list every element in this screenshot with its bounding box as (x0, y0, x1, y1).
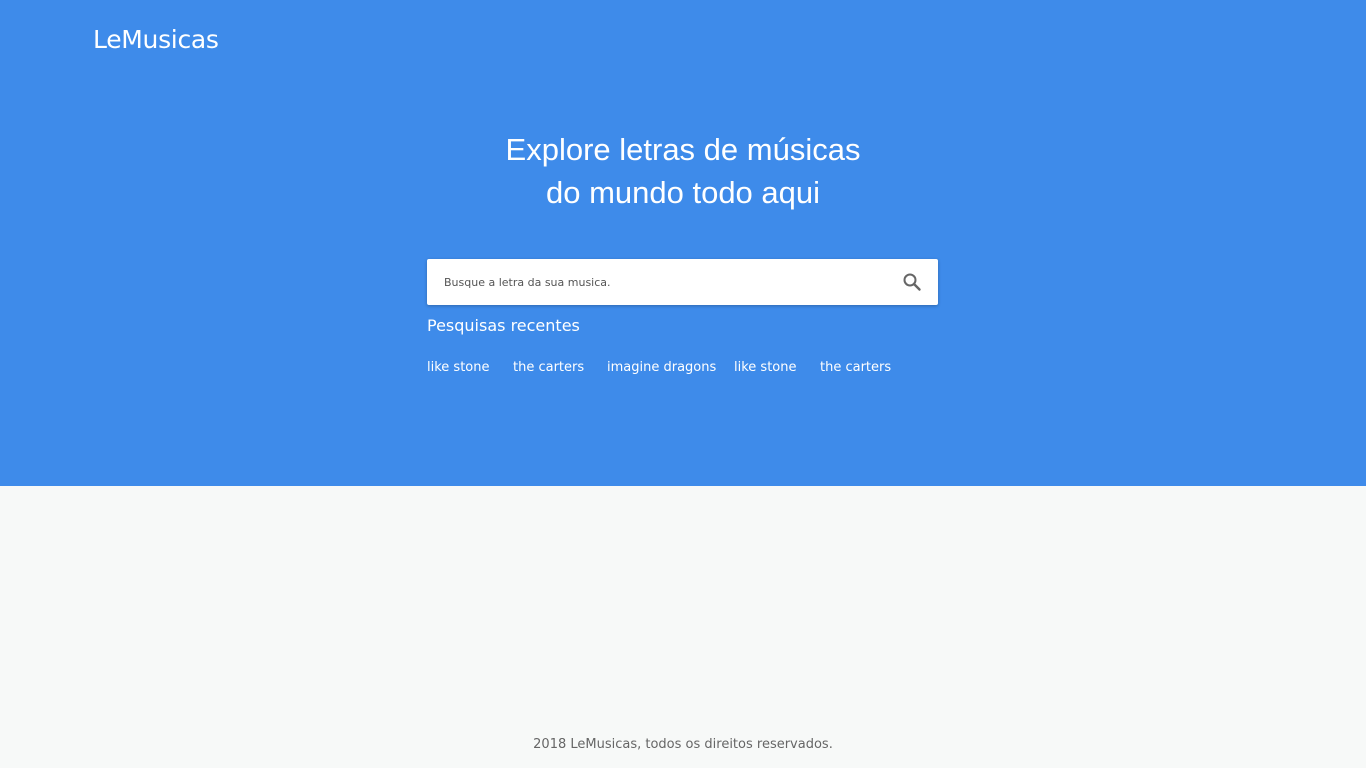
search-icon[interactable] (900, 270, 924, 294)
hero-headline: Explore letras de músicas do mundo todo … (0, 128, 1366, 214)
recent-search-link[interactable]: the carters (820, 360, 891, 375)
recent-search-item: like stone (734, 356, 796, 378)
footer-copyright: 2018 LeMusicas, todos os direitos reserv… (533, 737, 833, 752)
recent-search-item: imagine dragons (607, 356, 716, 378)
content-area (0, 486, 1366, 768)
search-box (427, 259, 938, 305)
recent-search-link[interactable]: the carters (513, 360, 584, 375)
recent-search-link[interactable]: like stone (427, 360, 489, 375)
recent-searches-title: Pesquisas recentes (427, 316, 580, 335)
recent-search-item: like stone (427, 356, 489, 378)
recent-search-link[interactable]: like stone (734, 360, 796, 375)
recent-search-link[interactable]: imagine dragons (607, 360, 716, 375)
hero-headline-line1: Explore letras de músicas (505, 132, 861, 167)
hero-section: LeMusicas Explore letras de músicas do m… (0, 0, 1366, 486)
hero-headline-line2: do mundo todo aqui (545, 175, 821, 210)
search-input[interactable] (427, 259, 877, 305)
site-logo[interactable]: LeMusicas (93, 24, 219, 56)
recent-search-item: the carters (513, 356, 584, 378)
recent-search-item: the carters (820, 356, 891, 378)
